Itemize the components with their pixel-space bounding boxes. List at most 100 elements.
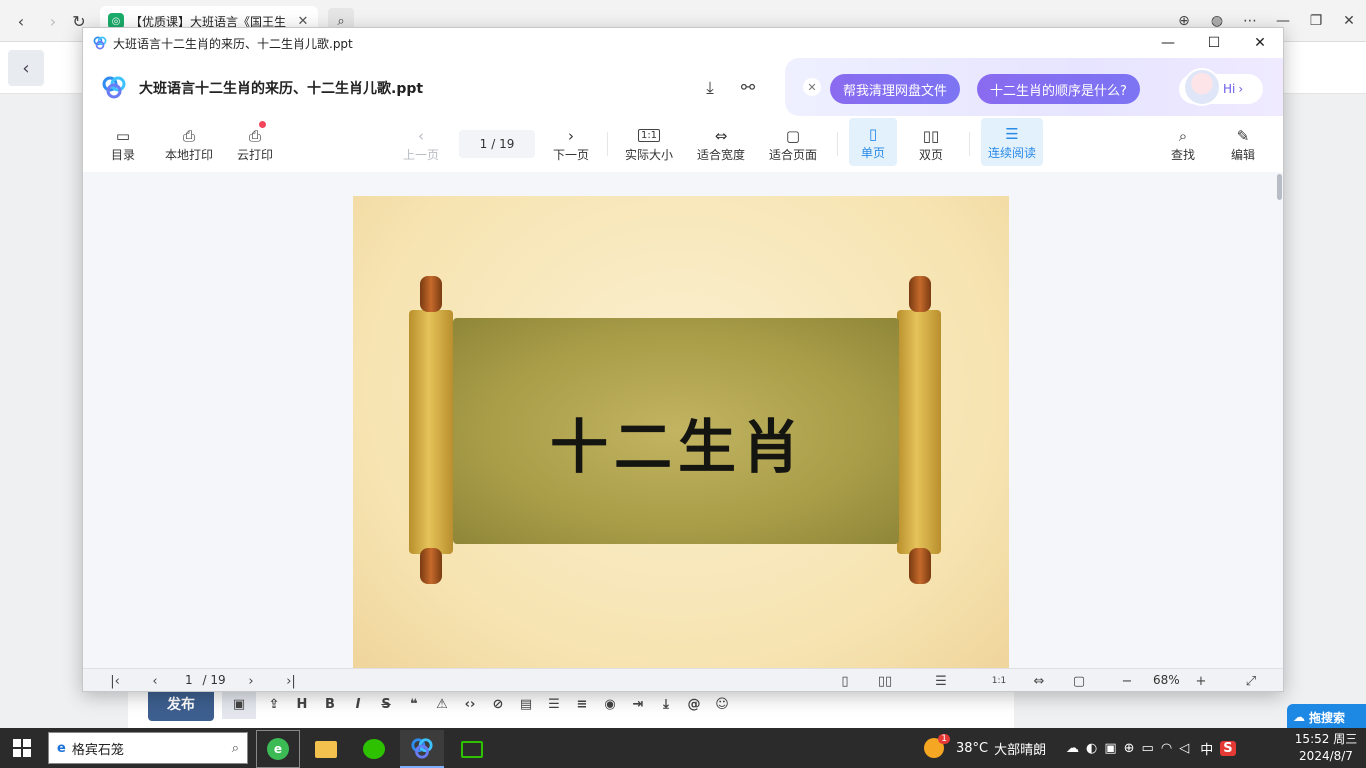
browser-restore-icon[interactable]: ❐ xyxy=(1305,10,1327,32)
ai-suggestion-clean-disk[interactable]: 帮我清理网盘文件 xyxy=(830,74,961,104)
browser-forward-icon[interactable]: › xyxy=(42,10,64,32)
toolbar-divider xyxy=(607,132,608,156)
picture-tool-icon[interactable]: ▤ xyxy=(516,694,536,714)
local-print-button[interactable]: ⎙ 本地打印 xyxy=(165,126,213,166)
ai-bar-close-icon[interactable]: ✕ xyxy=(803,78,821,96)
tray-wechat-icon[interactable]: ◐ xyxy=(1086,741,1097,756)
ai-assistant-hi-button[interactable]: Hi › xyxy=(1179,68,1263,106)
baidu-float-button[interactable]: ☁ 拖搜索 xyxy=(1287,704,1366,730)
window-minimize-button[interactable]: — xyxy=(1145,28,1191,58)
chevron-left-circle-icon: ‹ xyxy=(418,127,424,145)
browser-close-icon[interactable]: ✕ xyxy=(1338,10,1360,32)
download-tool-icon[interactable]: ⤓ xyxy=(656,694,676,714)
image-tool-icon[interactable]: ▣ xyxy=(222,689,256,719)
zoom-in-button[interactable]: + xyxy=(1191,672,1211,690)
fit-width-icon[interactable]: ⇔ xyxy=(1029,672,1049,690)
bold-tool-icon[interactable]: B xyxy=(320,694,340,714)
taskbar-app-explorer[interactable] xyxy=(304,730,348,768)
strikethrough-tool-icon[interactable]: S xyxy=(376,694,396,714)
prev-page-button[interactable]: ‹ 上一页 xyxy=(403,126,439,166)
status-page-indicator[interactable]: 1 / 19 xyxy=(185,673,226,687)
taskbar-app-browser[interactable]: e xyxy=(256,730,300,768)
taskbar-app-remote[interactable] xyxy=(450,730,494,768)
insert-tool-icon[interactable]: ⇥ xyxy=(628,694,648,714)
actual-size-button[interactable]: 1:1 实际大小 xyxy=(625,126,673,166)
notification-dot xyxy=(259,121,267,128)
find-button[interactable]: ⌕ 查找 xyxy=(1171,126,1195,166)
next-page-button[interactable]: › 下一页 xyxy=(553,126,589,166)
ai-assistant-bar: ✕ 帮我清理网盘文件 十二生肖的顺序是什么? Hi › xyxy=(785,58,1283,116)
clock-time: 15:52 周三 xyxy=(1294,732,1358,746)
windows-taskbar: e 格宾石笼 ⌕ e 1 38°C 大部晴朗 ☁ ◐ ▣ ⊕ ▭ ◠ ◁ 中 S… xyxy=(0,728,1366,768)
document-canvas[interactable]: 十二生肖 xyxy=(83,172,1283,668)
fit-page-icon[interactable]: ▢ xyxy=(1069,672,1089,690)
tray-netdisk-icon[interactable]: ☁ xyxy=(1066,741,1079,756)
zoom-out-button[interactable]: − xyxy=(1117,672,1137,690)
download-icon[interactable]: ⤓ xyxy=(698,76,722,100)
double-page-icon[interactable]: ▯▯ xyxy=(875,672,895,690)
chevron-right-icon: › xyxy=(1238,82,1244,96)
tray-battery-icon[interactable]: ▭ xyxy=(1142,741,1154,756)
page-current: 1 xyxy=(479,137,488,151)
link-tool-icon[interactable]: ⊘ xyxy=(488,694,508,714)
page-back-button[interactable]: ‹ xyxy=(8,50,44,86)
bullet-list-tool-icon[interactable]: ☰ xyxy=(544,694,564,714)
first-page-icon[interactable]: |‹ xyxy=(105,672,125,690)
upload-tool-icon[interactable]: ⇪ xyxy=(264,694,284,714)
baidu-float-label: 拖搜索 xyxy=(1309,710,1346,725)
comment-tool-icon[interactable]: ◉ xyxy=(600,694,620,714)
continuous-read-icon[interactable]: ☰ xyxy=(931,672,951,690)
italic-tool-icon[interactable]: I xyxy=(348,694,368,714)
browser-back-icon[interactable]: ‹ xyxy=(10,10,32,32)
toc-button[interactable]: ▭ 目录 xyxy=(111,126,135,166)
zoom-level[interactable]: 68% xyxy=(1153,673,1180,687)
toolbar-divider xyxy=(837,132,838,156)
search-icon: ⌕ xyxy=(231,740,239,756)
tray-wifi-icon[interactable]: ◠ xyxy=(1161,741,1172,756)
fit-width-button[interactable]: ⇔ 适合宽度 xyxy=(697,126,745,166)
page-number-input[interactable]: 1 / 19 xyxy=(459,130,535,158)
double-page-button[interactable]: ▯▯ 双页 xyxy=(919,126,943,166)
tray-ime-label[interactable]: 中 xyxy=(1200,739,1213,758)
taskbar-search-input[interactable]: e 格宾石笼 ⌕ xyxy=(48,732,248,764)
weather-widget[interactable]: 1 38°C 大部晴朗 xyxy=(924,728,1046,768)
windows-start-icon[interactable] xyxy=(12,738,32,758)
tray-plus-icon[interactable]: ⊕ xyxy=(1124,741,1135,756)
tray-nvidia-icon[interactable]: ▣ xyxy=(1104,741,1116,756)
weather-badge: 1 xyxy=(938,734,950,744)
warning-tool-icon[interactable]: ⚠ xyxy=(432,694,452,714)
scroll-knob xyxy=(909,276,931,312)
single-page-icon[interactable]: ▯ xyxy=(835,672,855,690)
tray-sogou-icon[interactable]: S xyxy=(1220,740,1236,756)
fit-page-icon: ▢ xyxy=(785,127,801,145)
cloud-print-label: 云打印 xyxy=(237,148,274,162)
mention-tool-icon[interactable]: @ xyxy=(684,694,704,714)
edit-button[interactable]: ✎ 编辑 xyxy=(1231,126,1255,166)
fit-page-button[interactable]: ▢ 适合页面 xyxy=(769,126,817,166)
fullscreen-icon[interactable]: ⤢ xyxy=(1241,672,1261,690)
last-page-icon[interactable]: ›| xyxy=(281,672,301,690)
single-page-button[interactable]: ▯ 单页 xyxy=(849,118,897,166)
taskbar-app-wechat[interactable] xyxy=(352,730,396,768)
taskbar-app-netdisk[interactable] xyxy=(400,730,444,768)
number-list-tool-icon[interactable]: ≡ xyxy=(572,694,592,714)
share-icon[interactable]: ⚯ xyxy=(736,76,760,100)
actual-size-icon[interactable]: 1:1 xyxy=(989,672,1009,690)
taskbar-clock[interactable]: 15:52 周三 2024/8/7 xyxy=(1290,731,1362,765)
code-tool-icon[interactable]: ‹› xyxy=(460,694,480,714)
quote-tool-icon[interactable]: ❝ xyxy=(404,694,424,714)
tray-volume-icon[interactable]: ◁ xyxy=(1179,741,1189,756)
vertical-scrollbar[interactable] xyxy=(1277,174,1282,200)
ai-suggestion-zodiac-order[interactable]: 十二生肖的顺序是什么? xyxy=(977,74,1140,104)
publish-button[interactable]: 发布 xyxy=(148,687,214,721)
cloud-print-button[interactable]: ⎙ 云打印 xyxy=(237,121,274,166)
heading-tool-icon[interactable]: H xyxy=(292,694,312,714)
slide-title: 十二生肖 xyxy=(549,413,806,481)
window-maximize-button[interactable]: ☐ xyxy=(1191,28,1237,58)
continuous-read-button[interactable]: ☰ 连续阅读 xyxy=(981,118,1043,166)
window-close-button[interactable]: ✕ xyxy=(1237,28,1283,58)
emoji-tool-icon[interactable]: ☺ xyxy=(712,694,732,714)
ie-icon: e xyxy=(57,740,66,756)
prev-page-icon[interactable]: ‹ xyxy=(145,672,165,690)
next-page-icon[interactable]: › xyxy=(241,672,261,690)
